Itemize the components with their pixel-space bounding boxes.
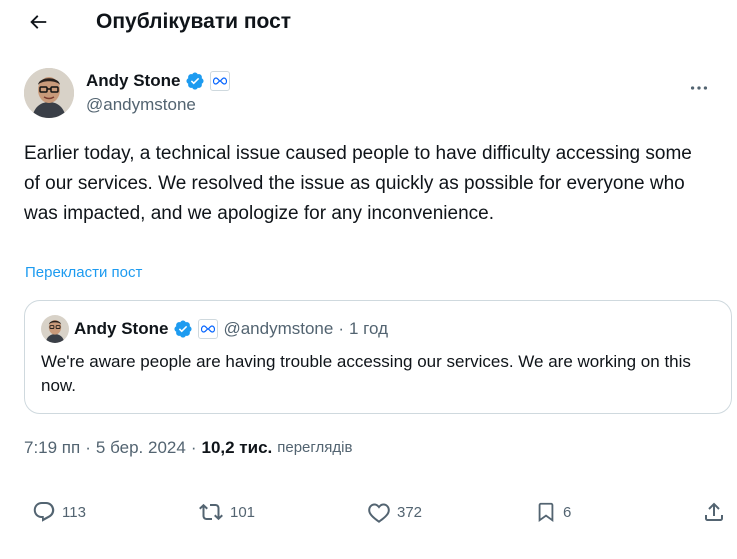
meta-affiliate-icon[interactable]	[210, 71, 231, 91]
repost-icon	[199, 503, 223, 521]
separator-dot: ·	[338, 319, 344, 338]
reply-count: 113	[62, 503, 86, 521]
quote-avatar	[41, 315, 69, 343]
separator-dot: ·	[190, 438, 197, 457]
post-author: Andy Stone @andymstone	[24, 68, 724, 120]
bookmark-icon	[538, 502, 554, 523]
like-button[interactable]: 372	[367, 496, 422, 528]
post-meta: 7:19 пп · 5 бер. 2024 · 10,2 тис. перегл…	[24, 438, 352, 458]
avatar-image	[24, 68, 74, 118]
avatar[interactable]	[24, 68, 74, 118]
meta-affiliate-icon	[198, 319, 219, 339]
reply-icon	[33, 502, 55, 522]
more-dots-icon	[690, 86, 708, 90]
action-bar: 113 101 372 6	[0, 496, 737, 528]
bookmark-count: 6	[563, 503, 572, 521]
translate-post-link[interactable]: Перекласти пост	[25, 264, 142, 281]
author-name[interactable]: Andy Stone	[86, 70, 180, 92]
separator-dot: ·	[85, 438, 91, 457]
reply-button[interactable]: 113	[32, 496, 86, 528]
author-handle[interactable]: @andymstone	[86, 95, 196, 115]
share-button[interactable]	[702, 496, 726, 528]
back-button[interactable]	[24, 10, 52, 34]
bookmark-button[interactable]: 6	[535, 496, 571, 528]
more-options-button[interactable]	[684, 78, 714, 98]
like-count: 372	[397, 503, 423, 521]
arrow-left-icon	[30, 15, 47, 29]
post-text: Earlier today, a technical issue caused …	[24, 143, 692, 224]
quote-author-handle: @andymstone	[223, 319, 334, 338]
quote-time: 1 год	[349, 319, 389, 338]
views-label: переглядів	[277, 439, 353, 456]
page-title: Опублікувати пост	[96, 10, 292, 33]
views-count: 10,2 тис.	[201, 438, 273, 457]
post-time[interactable]: 7:19 пп	[24, 438, 80, 458]
quote-text: We're aware people are having trouble ac…	[41, 352, 691, 395]
top-bar: Опублікувати пост	[0, 0, 737, 44]
quote-avatar-image	[41, 315, 69, 343]
verified-badge-icon	[186, 72, 204, 90]
quote-author-name: Andy Stone	[74, 319, 169, 338]
post-date[interactable]: 5 бер. 2024	[96, 438, 186, 458]
heart-icon	[368, 503, 390, 523]
repost-button[interactable]: 101	[198, 496, 255, 528]
share-icon	[705, 502, 723, 521]
verified-badge-icon	[174, 320, 192, 338]
repost-count: 101	[230, 503, 256, 521]
quoted-post[interactable]: Andy Stone @andymstone · 1 год We're awa…	[24, 300, 732, 414]
